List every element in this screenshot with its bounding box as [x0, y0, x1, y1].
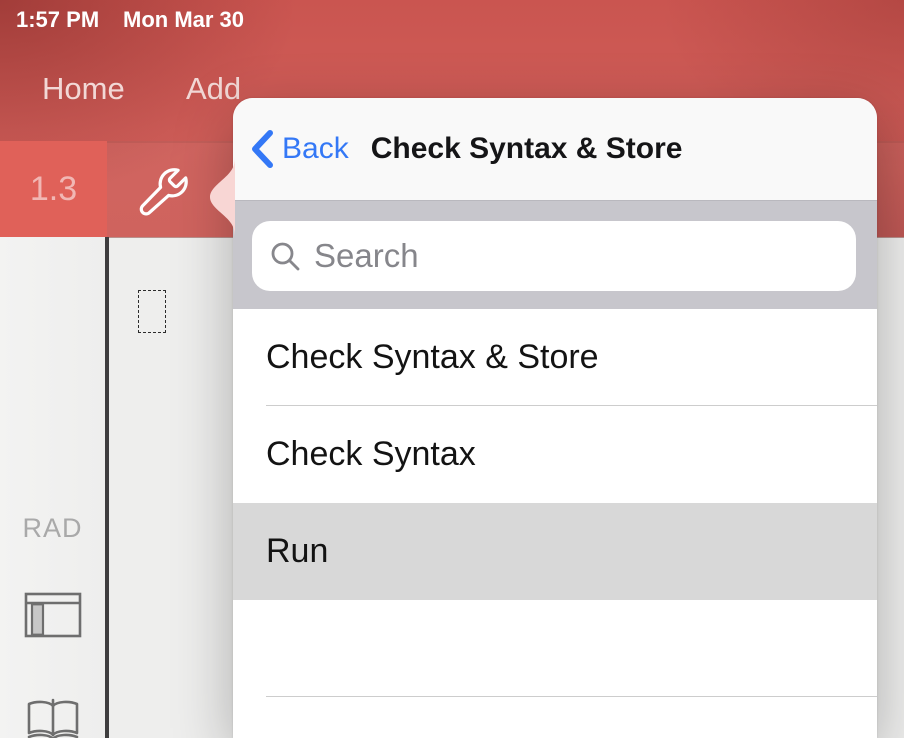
status-bar: 1:57 PM Mon Mar 30	[0, 0, 904, 40]
popover-title: Check Syntax & Store	[371, 132, 683, 166]
app-screen: 1:57 PM Mon Mar 30 Home Add 1.3 RAD	[0, 0, 904, 738]
menu-item-check-syntax[interactable]: Check Syntax	[233, 406, 877, 503]
status-time: 1:57 PM	[16, 7, 99, 33]
page-tab-label: 1.3	[30, 170, 77, 209]
menu-item-label: Run	[266, 532, 328, 571]
search-band	[233, 201, 877, 309]
menu-item-run[interactable]: Run	[233, 503, 877, 600]
sidebar: RAD	[0, 237, 105, 738]
tools-popover: Back Check Syntax & Store Check Syntax &…	[233, 98, 877, 738]
chevron-left-icon	[250, 129, 274, 169]
menu-item-empty	[233, 600, 877, 697]
wrench-icon	[135, 155, 195, 223]
back-button[interactable]: Back	[250, 129, 349, 169]
menu-list: Check Syntax & Store Check Syntax Run	[233, 309, 877, 697]
catalog-button[interactable]	[0, 697, 105, 738]
angle-mode-indicator: RAD	[0, 513, 105, 544]
sidebar-divider	[105, 237, 109, 738]
back-button-label: Back	[282, 132, 349, 166]
nav-home-button[interactable]: Home	[42, 71, 125, 107]
page-tab-1-3[interactable]: 1.3	[0, 141, 107, 237]
menu-item-label: Check Syntax & Store	[266, 338, 599, 377]
document-selection-box[interactable]	[138, 290, 166, 333]
popover-header: Back Check Syntax & Store	[233, 98, 877, 201]
status-date: Mon Mar 30	[123, 7, 244, 33]
search-field[interactable]	[252, 221, 856, 291]
search-input[interactable]	[314, 221, 856, 291]
catalog-book-icon	[23, 697, 83, 738]
page-layout-icon	[24, 591, 82, 639]
search-icon	[269, 240, 301, 272]
popover-arrow	[209, 157, 235, 237]
page-layout-button[interactable]	[0, 591, 105, 639]
menu-item-check-syntax-store[interactable]: Check Syntax & Store	[233, 309, 877, 406]
menu-item-label: Check Syntax	[266, 435, 476, 474]
tools-button[interactable]	[135, 155, 195, 223]
